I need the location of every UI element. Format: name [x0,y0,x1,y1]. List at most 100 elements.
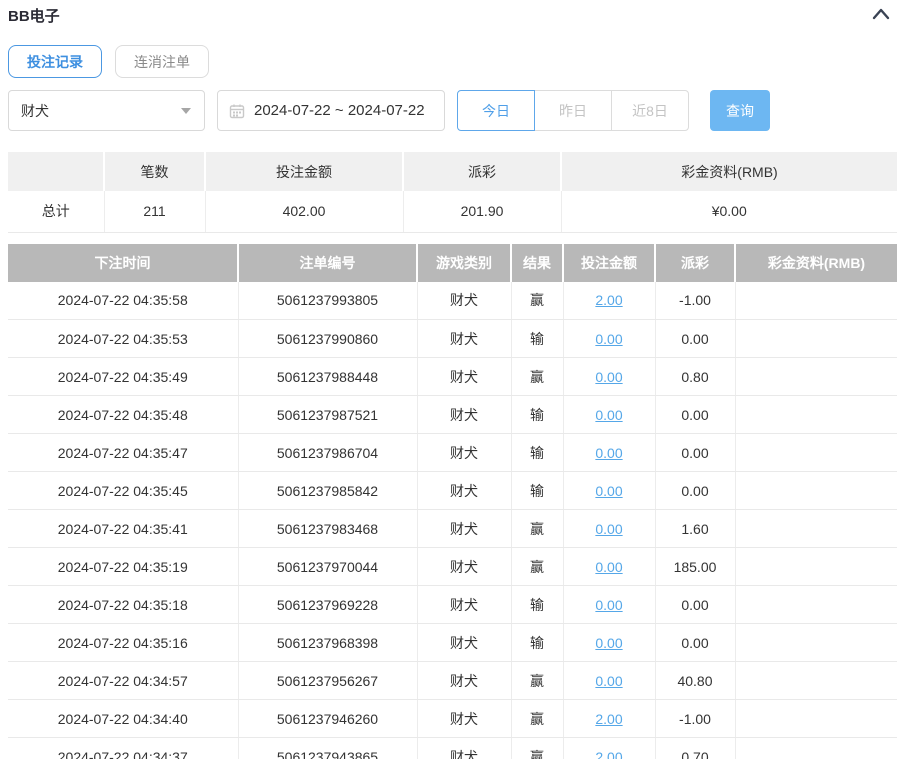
bet-time: 2024-07-22 04:34:40 [8,699,239,738]
bet-amount-link[interactable]: 0.00 [595,445,622,461]
table-row: 2024-07-22 04:35:49 5061237988448 财犬 赢 0… [8,357,897,396]
table-row: 2024-07-22 04:35:18 5061237969228 财犬 输 0… [8,585,897,624]
panel-header: BB电子 [8,2,897,28]
page-title: BB电子 [8,7,60,25]
bet-amount-link[interactable]: 0.00 [595,635,622,651]
bonus-value [735,395,897,434]
game-category: 财犬 [417,357,512,396]
bet-result: 赢 [511,281,564,320]
bet-time: 2024-07-22 04:35:58 [8,281,239,320]
bet-result: 赢 [511,699,564,738]
game-category: 财犬 [417,509,512,548]
bet-result: 赢 [511,547,564,586]
table-row: 2024-07-22 04:35:48 5061237987521 财犬 输 0… [8,395,897,434]
bet-column-header: 注单编号 [238,243,418,282]
summary-total-payout: 201.90 [403,191,562,233]
summary-header-row: 笔数 投注金额 派彩 彩金资料(RMB) [8,152,897,191]
game-category: 财犬 [417,737,512,759]
bet-amount-cell: 0.00 [563,547,656,586]
bet-time: 2024-07-22 04:35:19 [8,547,239,586]
bet-amount-cell: 0.00 [563,585,656,624]
bet-result: 输 [511,623,564,662]
bet-records-panel: BB电子 投注记录 连消注单 财犬 2024-07-22 ~ 2024-07-2… [0,0,905,759]
search-button[interactable]: 查询 [710,90,770,131]
bet-amount-cell: 0.00 [563,357,656,396]
tab-cancelled-orders[interactable]: 连消注单 [115,45,209,78]
bet-amount-link[interactable]: 0.00 [595,331,622,347]
table-row: 2024-07-22 04:34:57 5061237956267 财犬 赢 0… [8,661,897,700]
caret-down-icon [180,104,192,118]
bet-amount-link[interactable]: 0.00 [595,597,622,613]
bet-amount-cell: 0.00 [563,395,656,434]
last-8-days-button[interactable]: 近8日 [611,90,689,131]
bet-amount-cell: 0.00 [563,319,656,358]
bonus-value [735,585,897,624]
summary-column-header: 彩金资料(RMB) [561,152,897,191]
payout-value: 40.80 [655,661,736,700]
bet-result: 赢 [511,357,564,396]
bet-column-header: 结果 [511,243,564,282]
bet-result: 输 [511,585,564,624]
order-number: 5061237993805 [238,281,418,320]
summary-column-header: 派彩 [403,152,562,191]
order-number: 5061237943865 [238,737,418,759]
bet-result: 赢 [511,737,564,759]
bet-amount-cell: 0.00 [563,471,656,510]
order-number: 5061237968398 [238,623,418,662]
order-number: 5061237988448 [238,357,418,396]
order-number: 5061237986704 [238,433,418,472]
game-category: 财犬 [417,433,512,472]
summary-column-header: 投注金额 [205,152,404,191]
bet-amount-link[interactable]: 2.00 [595,711,622,727]
bet-amount-link[interactable]: 2.00 [595,749,622,759]
tab-bar: 投注记录 连消注单 [8,45,897,78]
bet-table-header-row: 下注时间 注单编号 游戏类别 结果 投注金额 派彩 彩金资料(RMB) [8,243,897,282]
table-row: 2024-07-22 04:35:41 5061237983468 财犬 赢 0… [8,509,897,548]
bet-column-header: 彩金资料(RMB) [735,243,897,282]
order-number: 5061237969228 [238,585,418,624]
game-category: 财犬 [417,585,512,624]
summary-column-header: 笔数 [104,152,206,191]
bet-amount-cell: 0.00 [563,433,656,472]
bet-time: 2024-07-22 04:35:47 [8,433,239,472]
tab-bet-records[interactable]: 投注记录 [8,45,102,78]
table-row: 2024-07-22 04:35:58 5061237993805 财犬 赢 2… [8,281,897,320]
bet-amount-cell: 0.00 [563,661,656,700]
bet-result: 输 [511,471,564,510]
game-category: 财犬 [417,661,512,700]
payout-value: 0.00 [655,319,736,358]
bet-time: 2024-07-22 04:35:48 [8,395,239,434]
summary-total-count: 211 [104,191,206,233]
bet-amount-cell: 2.00 [563,737,656,759]
bet-amount-link[interactable]: 2.00 [595,292,622,308]
order-number: 5061237990860 [238,319,418,358]
today-button[interactable]: 今日 [457,90,535,131]
payout-value: -1.00 [655,281,736,320]
table-row: 2024-07-22 04:34:37 5061237943865 财犬 赢 2… [8,737,897,759]
payout-value: 0.80 [655,357,736,396]
bet-amount-link[interactable]: 0.00 [595,407,622,423]
bet-result: 赢 [511,509,564,548]
payout-value: 0.00 [655,471,736,510]
bet-amount-link[interactable]: 0.00 [595,483,622,499]
bet-amount-link[interactable]: 0.00 [595,673,622,689]
table-row: 2024-07-22 04:34:40 5061237946260 财犬 赢 2… [8,699,897,738]
game-select[interactable]: 财犬 [8,90,205,131]
bet-amount-cell: 2.00 [563,699,656,738]
summary-table: 笔数 投注金额 派彩 彩金资料(RMB) 总计 211 402.00 201.90 ¥… [8,152,897,233]
bonus-value [735,547,897,586]
payout-value: 0.70 [655,737,736,759]
game-select-value: 财犬 [21,102,49,119]
summary-column-header [8,152,105,191]
bet-time: 2024-07-22 04:35:16 [8,623,239,662]
date-range-value: 2024-07-22 ~ 2024-07-22 [254,102,425,119]
date-range-input[interactable]: 2024-07-22 ~ 2024-07-22 [217,90,445,131]
calendar-icon [229,103,245,119]
bet-amount-link[interactable]: 0.00 [595,521,622,537]
bet-amount-link[interactable]: 0.00 [595,559,622,575]
yesterday-button[interactable]: 昨日 [534,90,612,131]
bonus-value [735,509,897,548]
payout-value: 1.60 [655,509,736,548]
collapse-button[interactable] [869,3,893,27]
bet-amount-link[interactable]: 0.00 [595,369,622,385]
